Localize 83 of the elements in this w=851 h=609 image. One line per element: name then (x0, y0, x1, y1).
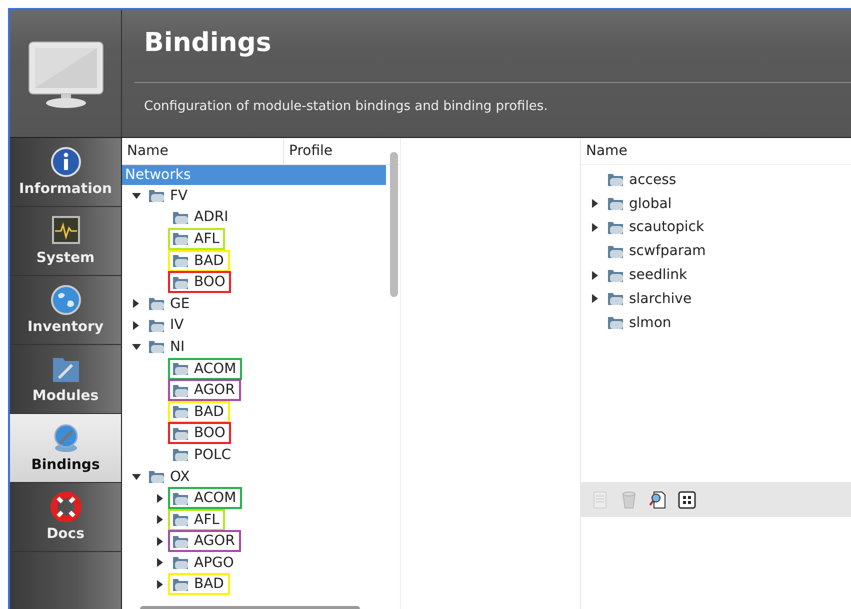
folder-icon (173, 232, 188, 246)
tree-item[interactable]: AFL (168, 228, 226, 250)
folder-icon (608, 316, 623, 330)
tree-item[interactable]: ACOM (168, 358, 242, 380)
tree-item[interactable]: BAD (168, 573, 230, 596)
expand-arrow-icon[interactable] (157, 580, 163, 589)
module-item[interactable]: slmon (603, 312, 678, 334)
collapse-arrow-icon[interactable] (132, 192, 140, 199)
folder-icon (173, 426, 188, 440)
expand-arrow-icon[interactable] (157, 558, 163, 568)
folder-icon (149, 318, 164, 332)
grid-icon[interactable] (678, 490, 696, 508)
folder-icon (173, 384, 188, 397)
folder-icon (173, 276, 188, 289)
collapse-arrow-icon[interactable] (132, 344, 140, 350)
page-title: Bindings (144, 28, 272, 60)
module-item[interactable]: seedlink (603, 264, 694, 286)
folder-icon (608, 244, 623, 258)
tree-item[interactable]: ADRI (168, 206, 234, 228)
column-header[interactable]: Name (581, 138, 851, 165)
folder-icon (173, 362, 188, 376)
expand-arrow-icon[interactable] (592, 270, 598, 280)
expand-arrow-icon[interactable] (157, 536, 163, 546)
tree-item[interactable]: BOO (168, 271, 232, 294)
monitor-icon (26, 40, 104, 108)
folder-icon (149, 189, 164, 202)
tree-item[interactable]: NI (144, 336, 191, 358)
expand-arrow-icon[interactable] (133, 320, 139, 330)
sidebar-item[interactable]: Inventory (10, 276, 121, 345)
globe-icon (50, 285, 82, 315)
tree-item[interactable]: IV (144, 314, 190, 336)
info-icon (50, 147, 82, 177)
waveform-monitor-icon (50, 216, 82, 246)
folder-icon (173, 556, 188, 570)
folder-icon (608, 292, 623, 306)
folder-icon (173, 210, 188, 224)
folder-icon (149, 340, 164, 354)
folder-icon (173, 448, 188, 462)
module-item[interactable]: global (603, 192, 678, 215)
module-item[interactable]: slarchive (603, 288, 698, 310)
module-item[interactable]: access (603, 168, 682, 191)
folder-icon (173, 534, 188, 548)
tree-item[interactable]: GE (144, 292, 196, 315)
tree-item[interactable]: BAD (168, 400, 230, 423)
tree-item[interactable]: ACOM (168, 487, 242, 510)
sidebar-item[interactable]: System (10, 207, 121, 276)
folder-icon (608, 268, 623, 282)
column-header[interactable]: Name (122, 138, 284, 164)
module-item[interactable]: scwfparam (603, 240, 712, 262)
folder-icon (173, 405, 188, 418)
tree-item[interactable]: AFL (168, 508, 226, 531)
expand-arrow-icon[interactable] (157, 494, 163, 503)
magnifier-document-icon[interactable] (649, 490, 667, 508)
tree-item[interactable]: AGOR (168, 379, 241, 402)
tree-item[interactable]: OX (144, 466, 196, 488)
folder-icon (173, 254, 188, 268)
folder-icon (149, 470, 164, 484)
expand-arrow-icon[interactable] (133, 299, 139, 308)
expand-arrow-icon[interactable] (592, 294, 598, 304)
tree-item[interactable]: APGO (168, 552, 240, 574)
folder-icon (173, 578, 188, 591)
expand-arrow-icon[interactable] (592, 222, 598, 232)
sidebar-item[interactable]: Information (10, 138, 121, 207)
column-header[interactable]: Profile (284, 138, 386, 164)
expand-arrow-icon[interactable] (157, 515, 163, 524)
module-item[interactable]: scautopick (603, 216, 710, 238)
folder-icon (173, 513, 188, 526)
folder-icon (608, 173, 623, 186)
page-description: Configuration of module-station bindings and binding profiles. (144, 99, 549, 114)
tree-item[interactable]: BAD (168, 250, 230, 272)
tree-item[interactable]: AGOR (168, 530, 241, 552)
tree-item[interactable]: POLC (168, 444, 238, 466)
sidebar-item[interactable]: Bindings (10, 414, 121, 483)
folder-icon (608, 197, 623, 210)
collapse-arrow-icon[interactable] (132, 474, 140, 480)
folder-icon (608, 220, 623, 234)
lifebuoy-icon (50, 492, 82, 522)
expand-arrow-icon[interactable] (592, 199, 598, 208)
folder-icon (173, 492, 188, 505)
tree-item[interactable]: FV (144, 184, 194, 207)
folder-icon (149, 297, 164, 310)
sidebar-item[interactable]: Docs (10, 483, 121, 552)
tree-item[interactable]: BOO (168, 422, 232, 444)
